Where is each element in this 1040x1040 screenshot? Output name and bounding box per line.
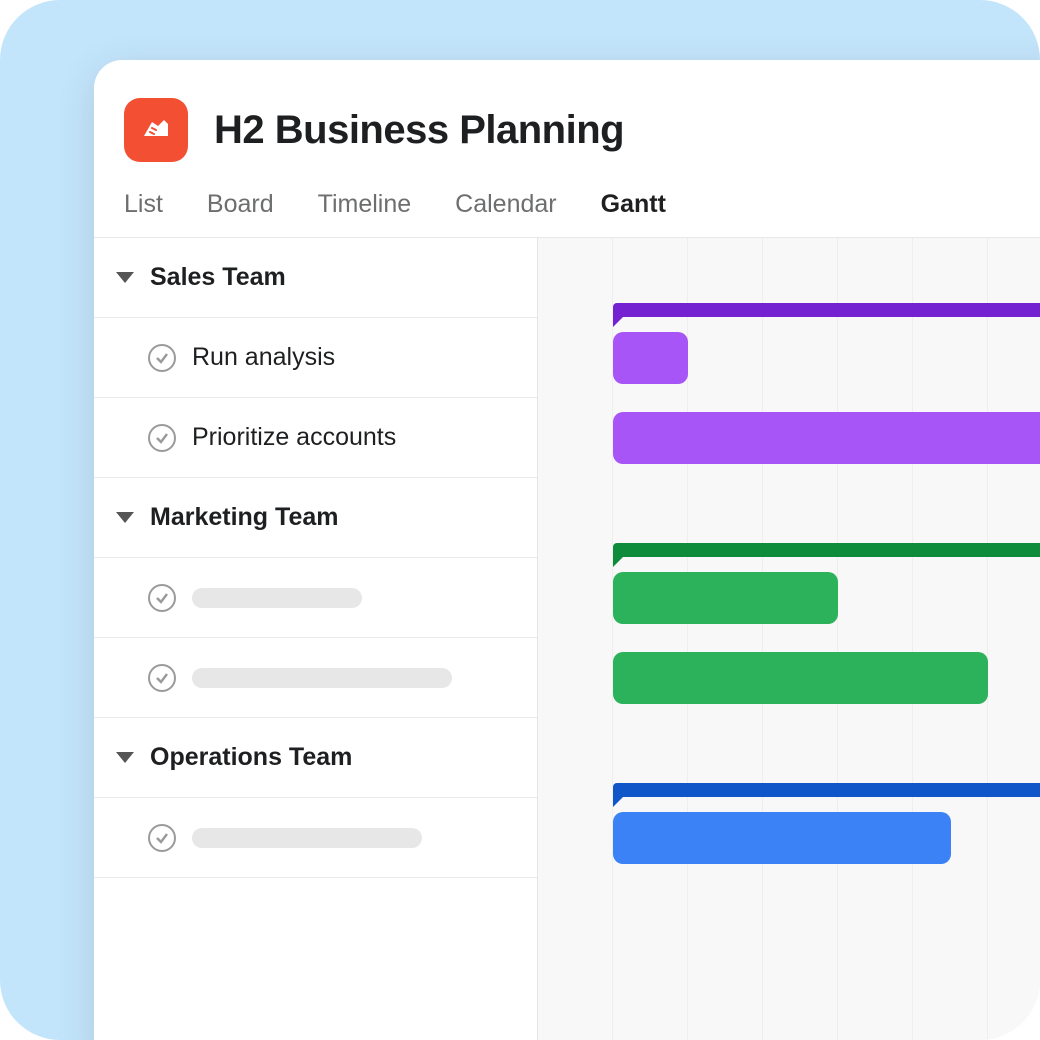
group-label: Marketing Team: [150, 503, 338, 532]
task-bar[interactable]: [613, 812, 951, 864]
project-window: H2 Business Planning List Board Timeline…: [94, 60, 1040, 1040]
task-label: Prioritize accounts: [192, 423, 396, 452]
task-bar[interactable]: [613, 332, 688, 384]
group-summary-bar[interactable]: [613, 543, 1040, 557]
tab-calendar[interactable]: Calendar: [455, 190, 556, 219]
task-label-placeholder: [192, 828, 422, 848]
task-track: [538, 398, 1040, 478]
task-row[interactable]: [94, 558, 537, 638]
task-row[interactable]: Prioritize accounts: [94, 398, 537, 478]
group-row[interactable]: Marketing Team: [94, 478, 537, 558]
task-track: [538, 558, 1040, 638]
caret-down-icon[interactable]: [116, 752, 134, 763]
tab-list[interactable]: List: [124, 190, 163, 219]
view-tabs: List Board Timeline Calendar Gantt: [94, 170, 1040, 237]
group-summary-bar[interactable]: [613, 783, 1040, 797]
project-icon: [124, 98, 188, 162]
group-summary-bar[interactable]: [613, 303, 1040, 317]
shoe-icon: [138, 112, 174, 148]
task-label-placeholder: [192, 668, 452, 688]
check-circle-icon[interactable]: [148, 824, 176, 852]
tab-timeline[interactable]: Timeline: [318, 190, 412, 219]
group-track: [538, 478, 1040, 558]
group-row[interactable]: Operations Team: [94, 718, 537, 798]
tab-board[interactable]: Board: [207, 190, 274, 219]
group-track: [538, 718, 1040, 798]
group-label: Operations Team: [150, 743, 352, 772]
task-bar[interactable]: [613, 412, 1040, 464]
check-circle-icon[interactable]: [148, 664, 176, 692]
check-circle-icon[interactable]: [148, 344, 176, 372]
check-circle-icon[interactable]: [148, 584, 176, 612]
group-track: [538, 238, 1040, 318]
check-circle-icon[interactable]: [148, 424, 176, 452]
group-row[interactable]: Sales Team: [94, 238, 537, 318]
task-label-placeholder: [192, 588, 362, 608]
gantt-task-list: Sales Team Run analysis Prioritize account…: [94, 238, 538, 1040]
tab-gantt[interactable]: Gantt: [601, 190, 666, 219]
task-track: [538, 798, 1040, 878]
task-track: [538, 638, 1040, 718]
task-track: [538, 318, 1040, 398]
task-row[interactable]: [94, 798, 537, 878]
task-row[interactable]: [94, 638, 537, 718]
project-header: H2 Business Planning: [94, 60, 1040, 170]
task-row[interactable]: Run analysis: [94, 318, 537, 398]
gantt-timeline[interactable]: [538, 238, 1040, 1040]
caret-down-icon[interactable]: [116, 512, 134, 523]
project-title: H2 Business Planning: [214, 108, 624, 153]
group-label: Sales Team: [150, 263, 286, 292]
task-bar[interactable]: [613, 572, 838, 624]
caret-down-icon[interactable]: [116, 272, 134, 283]
task-bar[interactable]: [613, 652, 988, 704]
task-label: Run analysis: [192, 343, 335, 372]
backdrop: H2 Business Planning List Board Timeline…: [0, 0, 1040, 1040]
gantt-view: Sales Team Run analysis Prioritize account…: [94, 237, 1040, 1040]
